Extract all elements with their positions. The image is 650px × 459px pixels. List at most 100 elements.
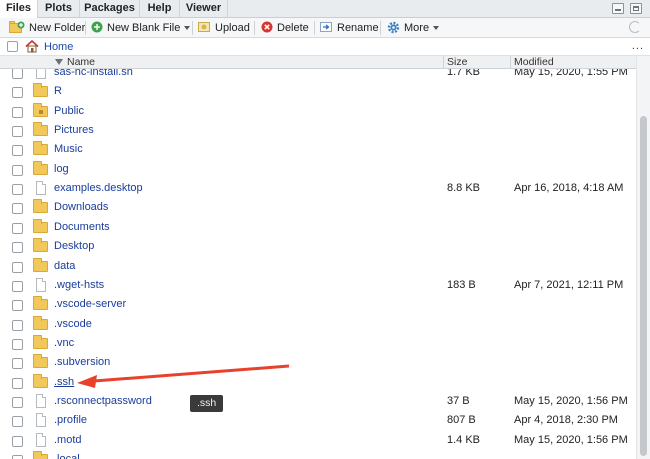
row-checkbox[interactable]: [12, 280, 23, 292]
upload-button[interactable]: Upload: [198, 20, 250, 36]
file-name-link[interactable]: Documents: [54, 221, 110, 233]
row-checkbox[interactable]: [12, 69, 23, 79]
file-name-link[interactable]: sas-hc-install.sh: [54, 69, 133, 78]
file-row[interactable]: log: [0, 160, 636, 179]
file-row[interactable]: R: [0, 82, 636, 101]
row-checkbox[interactable]: [12, 222, 23, 234]
file-row[interactable]: Desktop: [0, 237, 636, 256]
scrollbar-thumb[interactable]: [640, 116, 647, 456]
file-row[interactable]: .ssh: [0, 373, 636, 392]
row-checkbox[interactable]: [12, 396, 23, 408]
maximize-pane-icon[interactable]: [630, 3, 642, 14]
toolbar-divider: [314, 21, 315, 35]
row-checkbox[interactable]: [12, 261, 23, 273]
row-checkbox[interactable]: [12, 455, 23, 459]
column-divider: [443, 56, 444, 69]
file-name-link[interactable]: .rsconnectpassword: [54, 395, 152, 407]
row-checkbox[interactable]: [12, 203, 23, 215]
file-name-link[interactable]: Desktop: [54, 240, 94, 252]
file-size: 807 B: [447, 414, 476, 427]
tab-help[interactable]: Help: [140, 0, 180, 18]
folder-icon: [33, 122, 48, 137]
delete-button[interactable]: Delete: [261, 20, 309, 36]
row-checkbox[interactable]: [12, 338, 23, 350]
file-row[interactable]: Pictures: [0, 121, 636, 140]
home-icon[interactable]: [25, 40, 39, 53]
file-name-link[interactable]: examples.desktop: [54, 182, 143, 194]
row-checkbox[interactable]: [12, 377, 23, 389]
file-name-link[interactable]: data: [54, 260, 75, 272]
row-checkbox[interactable]: [12, 145, 23, 157]
column-header-size[interactable]: Size: [447, 56, 467, 69]
row-checkbox[interactable]: [12, 435, 23, 447]
row-checkbox[interactable]: [12, 358, 23, 370]
column-header-modified[interactable]: Modified: [514, 56, 554, 69]
file-row[interactable]: .rsconnectpassword 37 B May 15, 2020, 1:56…: [0, 392, 636, 411]
file-name-link[interactable]: .profile: [54, 414, 87, 426]
file-name-link[interactable]: .motd: [54, 434, 82, 446]
file-modified: May 15, 2020, 1:56 PM: [514, 394, 628, 407]
rename-label: Rename: [337, 22, 379, 34]
file-row[interactable]: sas-hc-install.sh 1.7 KB May 15, 2020, 1:5…: [0, 69, 636, 82]
new-blank-file-button[interactable]: New Blank File: [91, 20, 191, 36]
folder-icon: [33, 315, 48, 330]
file-name-link[interactable]: .subversion: [54, 356, 110, 368]
file-row[interactable]: Documents: [0, 218, 636, 237]
file-name-link[interactable]: .vscode: [54, 318, 92, 330]
breadcrumb-home[interactable]: Home: [44, 41, 73, 53]
file-row[interactable]: .motd 1.4 KB May 15, 2020, 1:56 PM: [0, 431, 636, 450]
row-checkbox[interactable]: [12, 87, 23, 99]
row-checkbox[interactable]: [12, 300, 23, 312]
column-header-name[interactable]: Name: [67, 56, 95, 69]
file-row[interactable]: examples.desktop 8.8 KB Apr 16, 2018, 4:18…: [0, 179, 636, 198]
file-row[interactable]: .profile 807 B Apr 4, 2018, 2:30 PM: [0, 411, 636, 430]
file-row[interactable]: Public: [0, 102, 636, 121]
more-path-options-button[interactable]: ...: [632, 40, 644, 52]
file-row[interactable]: .vnc: [0, 334, 636, 353]
file-name-link[interactable]: Music: [54, 143, 83, 155]
file-row[interactable]: .local: [0, 450, 636, 459]
row-checkbox[interactable]: [12, 416, 23, 428]
file-name-link[interactable]: .vnc: [54, 337, 74, 349]
file-name-link[interactable]: .wget-hsts: [54, 279, 104, 291]
tab-viewer[interactable]: Viewer: [180, 0, 228, 18]
file-name-link[interactable]: Downloads: [54, 201, 108, 213]
tab-plots[interactable]: Plots: [38, 0, 80, 18]
file-row[interactable]: .subversion: [0, 353, 636, 372]
row-checkbox[interactable]: [12, 106, 23, 118]
select-all-checkbox[interactable]: [7, 41, 18, 52]
minimize-pane-icon[interactable]: [612, 3, 624, 14]
refresh-icon[interactable]: [629, 21, 641, 33]
folder-icon: [33, 257, 48, 272]
file-list-scrollbar[interactable]: [636, 56, 650, 459]
rename-button[interactable]: Rename: [320, 20, 379, 36]
file-modified: Apr 7, 2021, 12:11 PM: [514, 278, 624, 291]
add-file-icon: [91, 21, 103, 33]
file-row[interactable]: .vscode-server: [0, 295, 636, 314]
delete-icon: [261, 21, 273, 33]
row-checkbox[interactable]: [12, 184, 23, 196]
row-checkbox[interactable]: [12, 319, 23, 331]
file-row[interactable]: Music: [0, 140, 636, 159]
tab-files[interactable]: Files: [0, 0, 38, 19]
folder-icon: [33, 238, 48, 253]
row-checkbox[interactable]: [12, 242, 23, 254]
file-name-link[interactable]: .ssh: [54, 376, 74, 388]
file-name-link[interactable]: .local: [54, 453, 80, 459]
file-row[interactable]: Downloads: [0, 198, 636, 217]
file-row[interactable]: .vscode: [0, 315, 636, 334]
file-name-link[interactable]: log: [54, 163, 69, 175]
row-checkbox[interactable]: [12, 164, 23, 176]
new-folder-button[interactable]: New Folder: [9, 20, 85, 36]
file-name-link[interactable]: Public: [54, 105, 84, 117]
file-row[interactable]: data: [0, 257, 636, 276]
tab-packages[interactable]: Packages: [80, 0, 140, 18]
file-name-link[interactable]: .vscode-server: [54, 298, 126, 310]
sort-descending-icon: [55, 59, 63, 65]
row-checkbox[interactable]: [12, 126, 23, 138]
file-row[interactable]: .wget-hsts 183 B Apr 7, 2021, 12:11 PM: [0, 276, 636, 295]
file-name-link[interactable]: R: [54, 85, 62, 97]
file-name-link[interactable]: Pictures: [54, 124, 94, 136]
new-folder-icon: [9, 21, 25, 34]
more-button[interactable]: More: [387, 20, 440, 36]
